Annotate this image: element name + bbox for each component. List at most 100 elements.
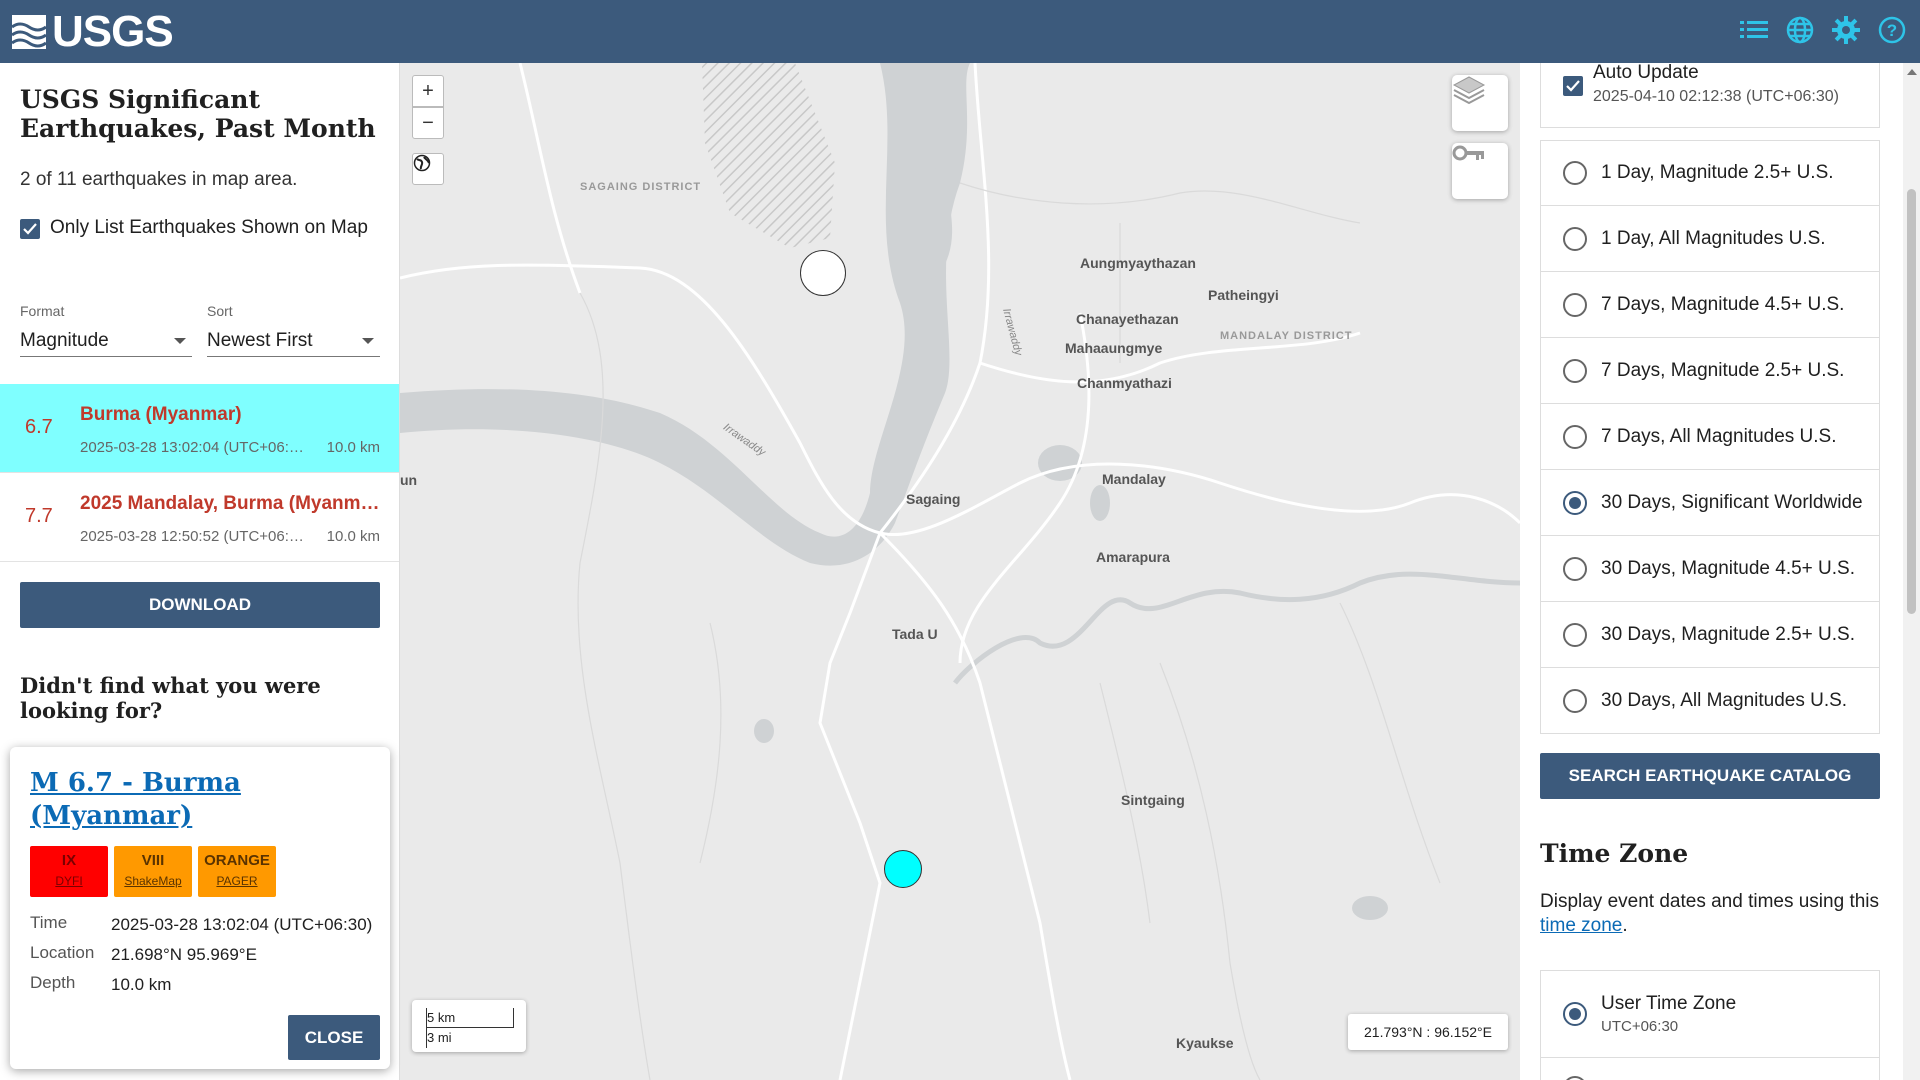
chevron-down-icon: [174, 337, 186, 344]
scroll-up-arrow-icon[interactable]: [1907, 69, 1917, 75]
map-label-sintgaing: Sintgaing: [1121, 792, 1185, 808]
dyfi-badge[interactable]: IX DYFI: [30, 846, 108, 897]
earthquake-count: 2 of 11 earthquakes in map area.: [20, 169, 298, 190]
time-zone-link[interactable]: time zone: [1540, 915, 1622, 936]
map-view[interactable]: SAGAING DISTRICT MANDALAY DISTRICT Aungm…: [400, 63, 1520, 1080]
globe-icon: [413, 154, 431, 172]
feed-option[interactable]: 7 Days, All Magnitudes U.S.: [1540, 404, 1880, 470]
dyfi-label: DYFI: [55, 874, 83, 888]
map-label-chanmyathazi: Chanmyathazi: [1077, 375, 1172, 391]
earthquake-list-item[interactable]: 6.7 Burma (Myanmar) 2025-03-28 13:02:04 …: [0, 384, 399, 473]
depth-value: 10.0 km: [111, 975, 172, 994]
scrollbar[interactable]: [1903, 63, 1920, 1080]
eq-place: Burma (Myanmar): [80, 404, 242, 425]
map-label-aungmyaythazan: Aungmyaythazan: [1080, 255, 1196, 271]
shakemap-label: ShakeMap: [124, 874, 182, 888]
scale-mi: 3 mi: [426, 1028, 504, 1048]
tz-user-label: User Time Zone: [1601, 993, 1737, 1014]
popup-title-link[interactable]: M 6.7 - Burma (Myanmar): [30, 767, 370, 833]
eq-depth: 10.0 km: [326, 528, 380, 545]
eq-magnitude: 6.7: [25, 416, 53, 438]
feed-option[interactable]: 1 Day, Magnitude 2.5+ U.S.: [1540, 140, 1880, 206]
map-label-amarapura: Amarapura: [1096, 549, 1170, 565]
pager-value: ORANGE: [204, 852, 270, 869]
timezone-heading: Time Zone: [1540, 839, 1689, 868]
eq-magnitude: 7.7: [25, 505, 53, 527]
usgs-wave-icon: [12, 14, 46, 49]
feed-option-selected[interactable]: 30 Days, Significant Worldwide: [1540, 470, 1880, 536]
tz-user-offset: UTC+06:30: [1601, 1018, 1679, 1035]
usgs-logo[interactable]: USGS: [12, 7, 174, 57]
map-label-chanayethazan: Chanayethazan: [1076, 311, 1179, 327]
radio-button[interactable]: [1563, 1076, 1587, 1080]
svg-text:?: ?: [1887, 21, 1897, 40]
eq-place: 2025 Mandalay, Burma (Myanmar) Earthquak…: [80, 493, 380, 514]
legend-button[interactable]: [1452, 143, 1508, 199]
scale-km: 5 km: [426, 1008, 514, 1028]
feed-label: 30 Days, Magnitude 4.5+ U.S.: [1601, 557, 1856, 579]
didnt-find-heading: Didn't find what you were looking for?: [20, 673, 321, 723]
radio-button[interactable]: [1563, 556, 1587, 581]
sort-select[interactable]: Newest First: [207, 325, 380, 357]
tz-desc-suffix: .: [1622, 915, 1628, 936]
pager-label: PAGER: [216, 874, 258, 888]
timezone-description: Display event dates and times using this…: [1540, 890, 1880, 938]
time-value: 2025-03-28 13:02:04 (UTC+06:30): [111, 915, 373, 934]
format-select[interactable]: Magnitude: [20, 325, 192, 357]
radio-button[interactable]: [1563, 161, 1587, 185]
feed-option[interactable]: 30 Days, All Magnitudes U.S.: [1540, 668, 1880, 734]
zoom-in-button[interactable]: +: [412, 75, 444, 107]
radio-button[interactable]: [1563, 688, 1587, 713]
radio-button[interactable]: [1563, 622, 1587, 647]
layers-icon: [1452, 76, 1486, 105]
feed-label: 7 Days, Magnitude 4.5+ U.S.: [1601, 293, 1845, 315]
only-list-checkbox-row[interactable]: Only List Earthquakes Shown on Map: [20, 213, 390, 242]
feed-option[interactable]: 7 Days, Magnitude 2.5+ U.S.: [1540, 338, 1880, 404]
earthquake-popup: M 6.7 - Burma (Myanmar) IX DYFI VIII Sha…: [10, 747, 390, 1069]
feed-option[interactable]: 1 Day, All Magnitudes U.S.: [1540, 206, 1880, 272]
map-label-sagaing: Sagaing: [906, 491, 961, 507]
shakemap-badge[interactable]: VIII ShakeMap: [114, 846, 192, 897]
auto-update-checkbox[interactable]: [1563, 76, 1583, 96]
search-catalog-button[interactable]: SEARCH EARTHQUAKE CATALOG: [1540, 753, 1880, 799]
auto-update-row[interactable]: Auto Update 2025-04-10 02:12:38 (UTC+06:…: [1540, 63, 1880, 128]
dyfi-value: IX: [61, 852, 77, 869]
only-list-checkbox[interactable]: [20, 219, 40, 239]
feed-option[interactable]: 30 Days, Magnitude 4.5+ U.S.: [1540, 536, 1880, 602]
pager-badge[interactable]: ORANGE PAGER: [198, 846, 276, 897]
eq-depth: 10.0 km: [326, 439, 380, 456]
globe-icon[interactable]: [1784, 14, 1816, 46]
list-title: USGS Significant Earthquakes, Past Month: [20, 85, 376, 143]
radio-button[interactable]: [1563, 292, 1587, 317]
map-basemap: [400, 63, 1520, 1080]
user-timezone-option[interactable]: User Time Zone UTC+06:30: [1540, 970, 1880, 1058]
map-label-tada-u: Tada U: [892, 626, 938, 642]
map-label-sagaing-district: SAGAING DISTRICT: [580, 181, 702, 193]
close-button[interactable]: CLOSE: [288, 1015, 380, 1060]
list-icon[interactable]: [1738, 14, 1770, 46]
feed-label: 7 Days, All Magnitudes U.S.: [1601, 425, 1837, 447]
earthquake-list-item[interactable]: 7.7 2025 Mandalay, Burma (Myanmar) Earth…: [0, 473, 399, 562]
map-label-kyaukse: Kyaukse: [1176, 1035, 1234, 1051]
radio-button-selected[interactable]: [1563, 490, 1587, 515]
timezone-option[interactable]: [1540, 1058, 1880, 1080]
feed-option[interactable]: 7 Days, Magnitude 4.5+ U.S.: [1540, 272, 1880, 338]
radio-button[interactable]: [1563, 226, 1587, 251]
scrollbar-thumb[interactable]: [1907, 189, 1916, 614]
world-view-button[interactable]: [412, 153, 444, 185]
download-button[interactable]: DOWNLOAD: [20, 582, 380, 628]
format-label: Format: [20, 303, 65, 319]
only-list-label: Only List Earthquakes Shown on Map: [50, 217, 368, 238]
feed-label: 7 Days, Magnitude 2.5+ U.S.: [1601, 359, 1845, 381]
gear-icon[interactable]: [1830, 14, 1862, 46]
earthquake-marker-selected[interactable]: [884, 850, 922, 888]
layers-button[interactable]: [1452, 75, 1508, 131]
irrawaddy-river: [400, 63, 970, 566]
radio-button[interactable]: [1563, 424, 1587, 449]
zoom-out-button[interactable]: −: [412, 107, 444, 139]
radio-button[interactable]: [1563, 358, 1587, 383]
earthquake-marker[interactable]: [800, 250, 846, 296]
help-icon[interactable]: ?: [1876, 14, 1908, 46]
radio-button-selected[interactable]: [1563, 1002, 1587, 1026]
feed-option[interactable]: 30 Days, Magnitude 2.5+ U.S.: [1540, 602, 1880, 668]
